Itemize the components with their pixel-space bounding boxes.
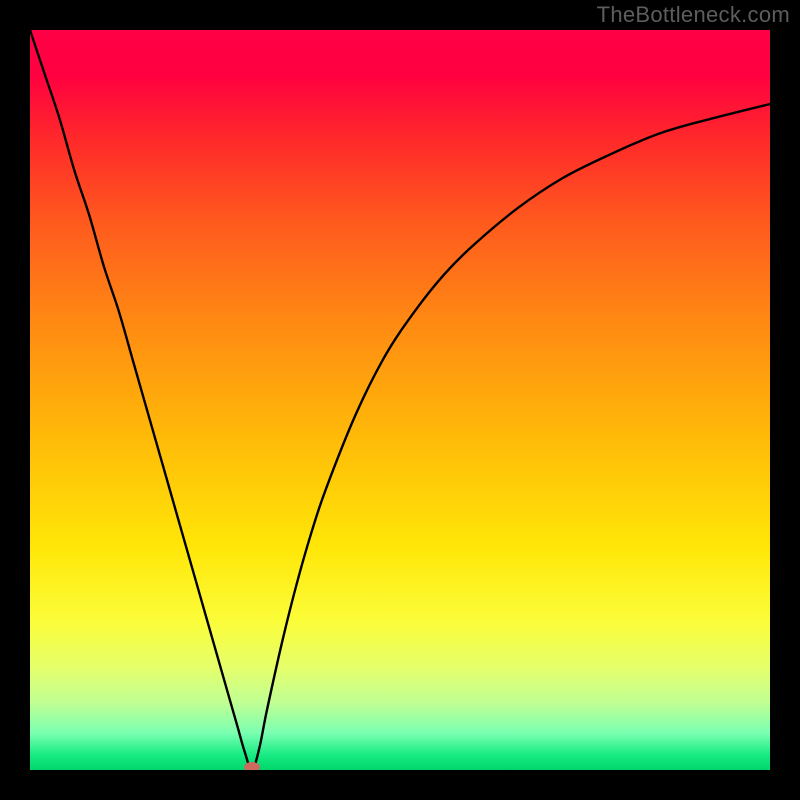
chart-frame: TheBottleneck.com	[0, 0, 800, 800]
minimum-marker-icon	[244, 762, 260, 770]
plot-area	[30, 30, 770, 770]
bottleneck-curve	[30, 30, 770, 770]
watermark-text: TheBottleneck.com	[597, 2, 790, 28]
